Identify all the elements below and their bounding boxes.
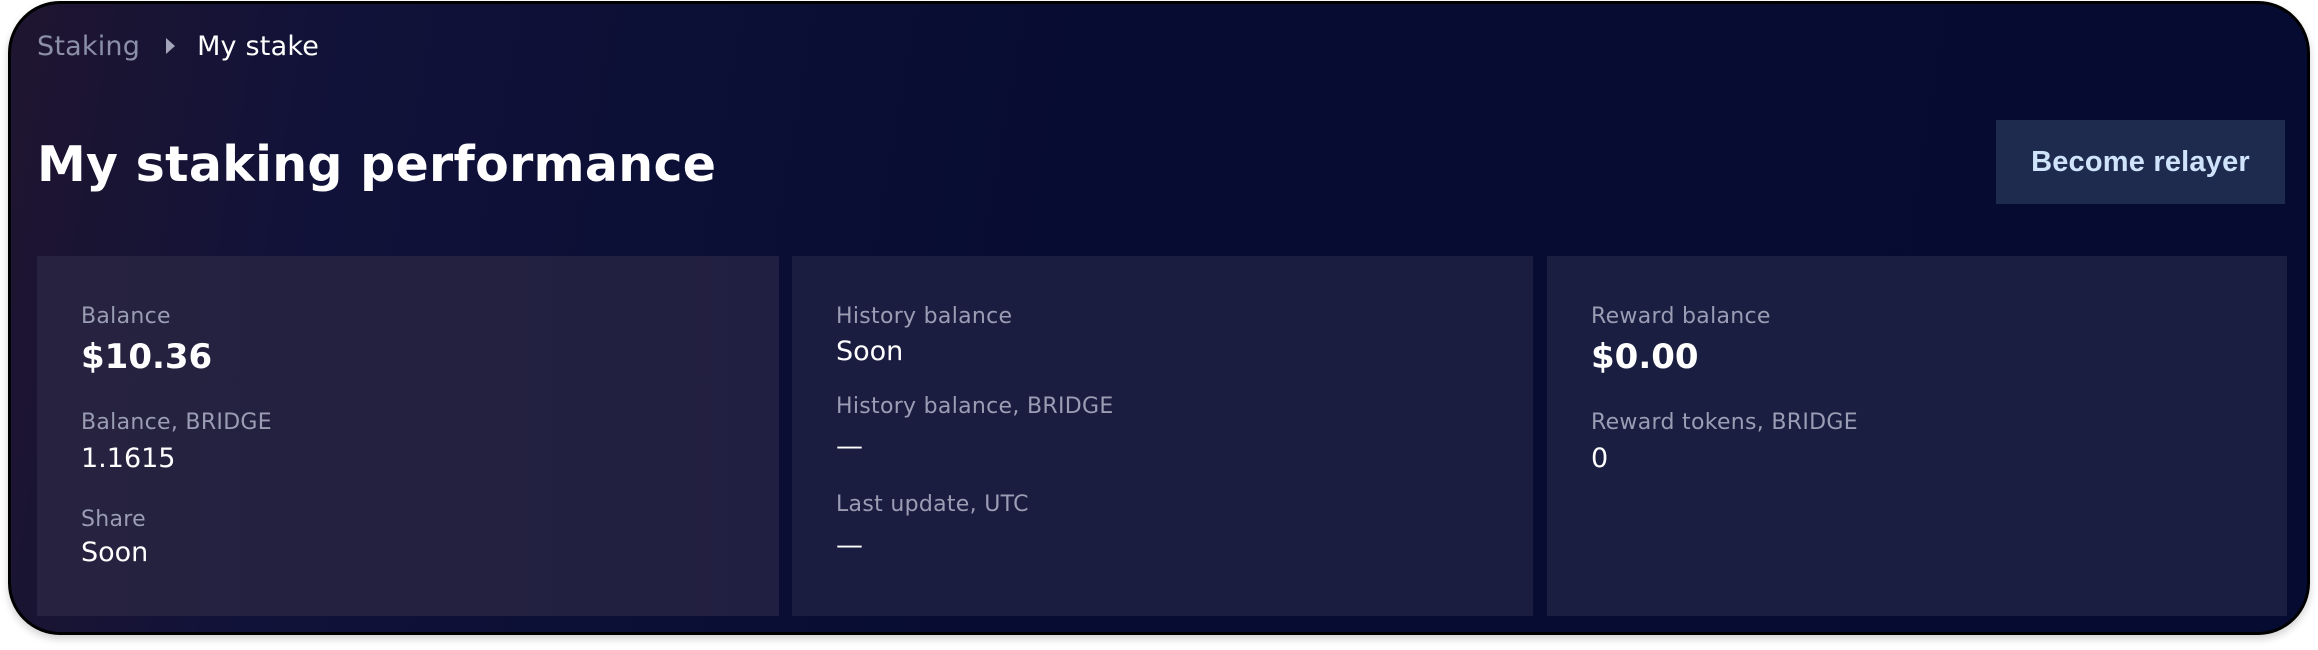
last-update-label: Last update, UTC: [836, 492, 1029, 517]
history-card: History balance Soon History balance, BR…: [792, 256, 1533, 616]
reward-tokens-value: 0: [1591, 443, 1609, 474]
history-balance-bridge-value: —: [836, 431, 863, 462]
page-title: My staking performance: [37, 136, 717, 193]
share-label: Share: [81, 507, 146, 532]
breadcrumb-current: My stake: [197, 30, 320, 62]
balance-bridge-label: Balance, BRIDGE: [81, 410, 272, 435]
reward-balance-value: $0.00: [1591, 337, 1699, 377]
reward-balance-label: Reward balance: [1591, 304, 1771, 329]
balance-value: $10.36: [81, 337, 213, 377]
breadcrumb-staking-link[interactable]: Staking: [37, 31, 140, 62]
history-balance-value: Soon: [836, 336, 904, 367]
history-balance-label: History balance: [836, 304, 1013, 329]
breadcrumb: Staking My stake: [37, 26, 319, 66]
balance-bridge-value: 1.1615: [81, 443, 176, 474]
share-value: Soon: [81, 537, 149, 568]
become-relayer-button[interactable]: Become relayer: [1996, 120, 2285, 204]
reward-tokens-label: Reward tokens, BRIDGE: [1591, 410, 1858, 435]
balance-label: Balance: [81, 304, 171, 329]
reward-card: Reward balance $0.00 Reward tokens, BRID…: [1547, 256, 2287, 616]
balance-card: Balance $10.36 Balance, BRIDGE 1.1615 Sh…: [37, 256, 779, 616]
last-update-value: —: [836, 530, 863, 561]
staking-panel: Staking My stake My staking performance …: [8, 1, 2310, 635]
caret-right-icon: [166, 38, 176, 54]
history-balance-bridge-label: History balance, BRIDGE: [836, 394, 1114, 419]
